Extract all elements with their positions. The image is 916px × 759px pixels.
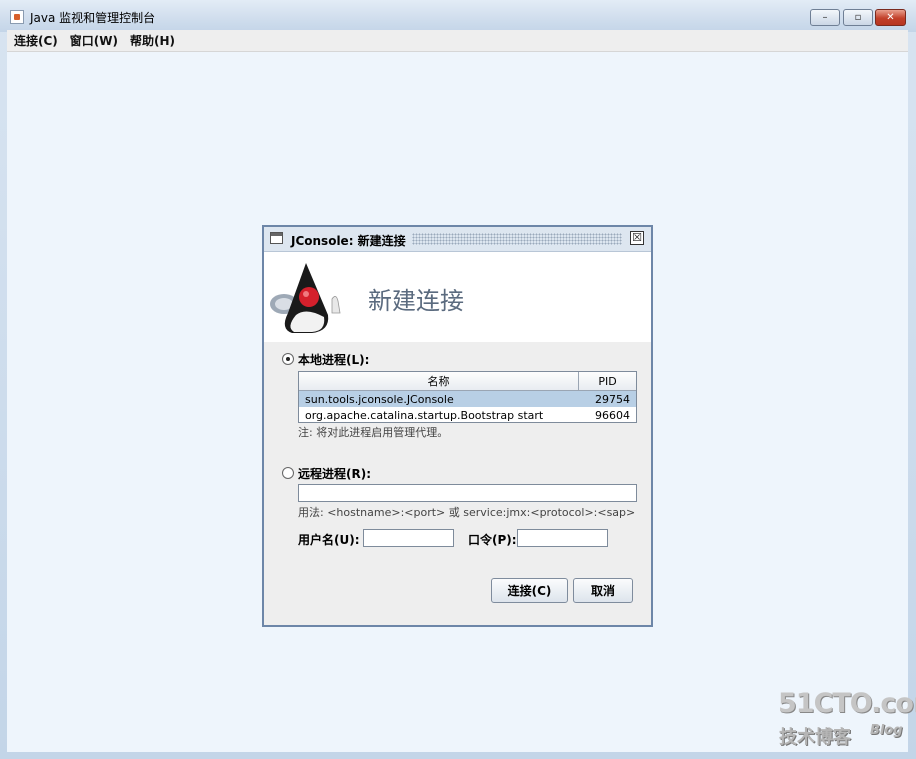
menu-help[interactable]: 帮助(H) (130, 32, 175, 49)
dialog-banner: 新建连接 (264, 252, 651, 342)
column-pid-header[interactable]: PID (579, 372, 636, 390)
window-icon (270, 232, 283, 244)
dialog-close-icon[interactable]: ☒ (630, 231, 644, 245)
dialog-title-bar[interactable]: JConsole: 新建连接 ☒ (264, 227, 651, 252)
username-label: 用户名(U): (298, 533, 360, 547)
watermark-logo: 51CTO.com (778, 688, 916, 719)
local-process-label[interactable]: 本地进程(L): (298, 351, 369, 368)
password-label: 口令(P): (468, 533, 517, 547)
process-table: 名称 PID sun.tools.jconsole.JConsole 29754… (298, 371, 637, 423)
title-bar[interactable]: Java 监视和管理控制台 – ▫ ✕ (0, 0, 916, 32)
table-header: 名称 PID (299, 372, 636, 391)
connect-button[interactable]: 连接(C) (491, 578, 568, 603)
menu-window[interactable]: 窗口(W) (70, 32, 118, 49)
username-input[interactable] (363, 529, 454, 547)
password-input[interactable] (517, 529, 608, 547)
local-process-radio[interactable] (282, 353, 294, 365)
maximize-button[interactable]: ▫ (843, 9, 873, 26)
process-pid: 29754 (595, 392, 630, 406)
table-row[interactable]: org.apache.catalina.startup.Bootstrap st… (299, 407, 636, 423)
remote-process-radio[interactable] (282, 467, 294, 479)
remote-process-label[interactable]: 远程进程(R): (298, 465, 371, 482)
table-row[interactable]: sun.tools.jconsole.JConsole 29754 (299, 391, 636, 407)
process-name: org.apache.catalina.startup.Bootstrap st… (305, 408, 544, 422)
java-app-icon (10, 10, 24, 24)
title-grip (412, 233, 622, 245)
new-connection-dialog: JConsole: 新建连接 ☒ 新建连接 本地进程(L): 名称 PID su… (262, 225, 653, 627)
close-button[interactable]: ✕ (875, 9, 906, 26)
cancel-button[interactable]: 取消 (573, 578, 633, 603)
window-title: Java 监视和管理控制台 (30, 11, 156, 25)
dialog-title: JConsole: 新建连接 (291, 234, 406, 248)
column-name-header[interactable]: 名称 (299, 372, 579, 390)
main-window: Java 监视和管理控制台 – ▫ ✕ 连接(C) 窗口(W) 帮助(H) JC… (0, 0, 916, 759)
minimize-button[interactable]: – (810, 9, 840, 26)
local-process-note: 注: 将对此进程启用管理代理。 (298, 426, 449, 439)
process-name: sun.tools.jconsole.JConsole (305, 392, 454, 406)
watermark-blog: Blog (870, 723, 903, 738)
banner-title: 新建连接 (368, 287, 464, 315)
duke-mascot-icon (270, 263, 341, 333)
remote-usage-hint: 用法: <hostname>:<port> 或 service:jmx:<pro… (298, 506, 636, 519)
remote-address-input[interactable] (298, 484, 637, 502)
menu-bar: 连接(C) 窗口(W) 帮助(H) (7, 30, 908, 52)
menu-connection[interactable]: 连接(C) (14, 32, 58, 49)
process-pid: 96604 (595, 408, 630, 422)
watermark-subtitle: 技术博客 (779, 727, 851, 748)
